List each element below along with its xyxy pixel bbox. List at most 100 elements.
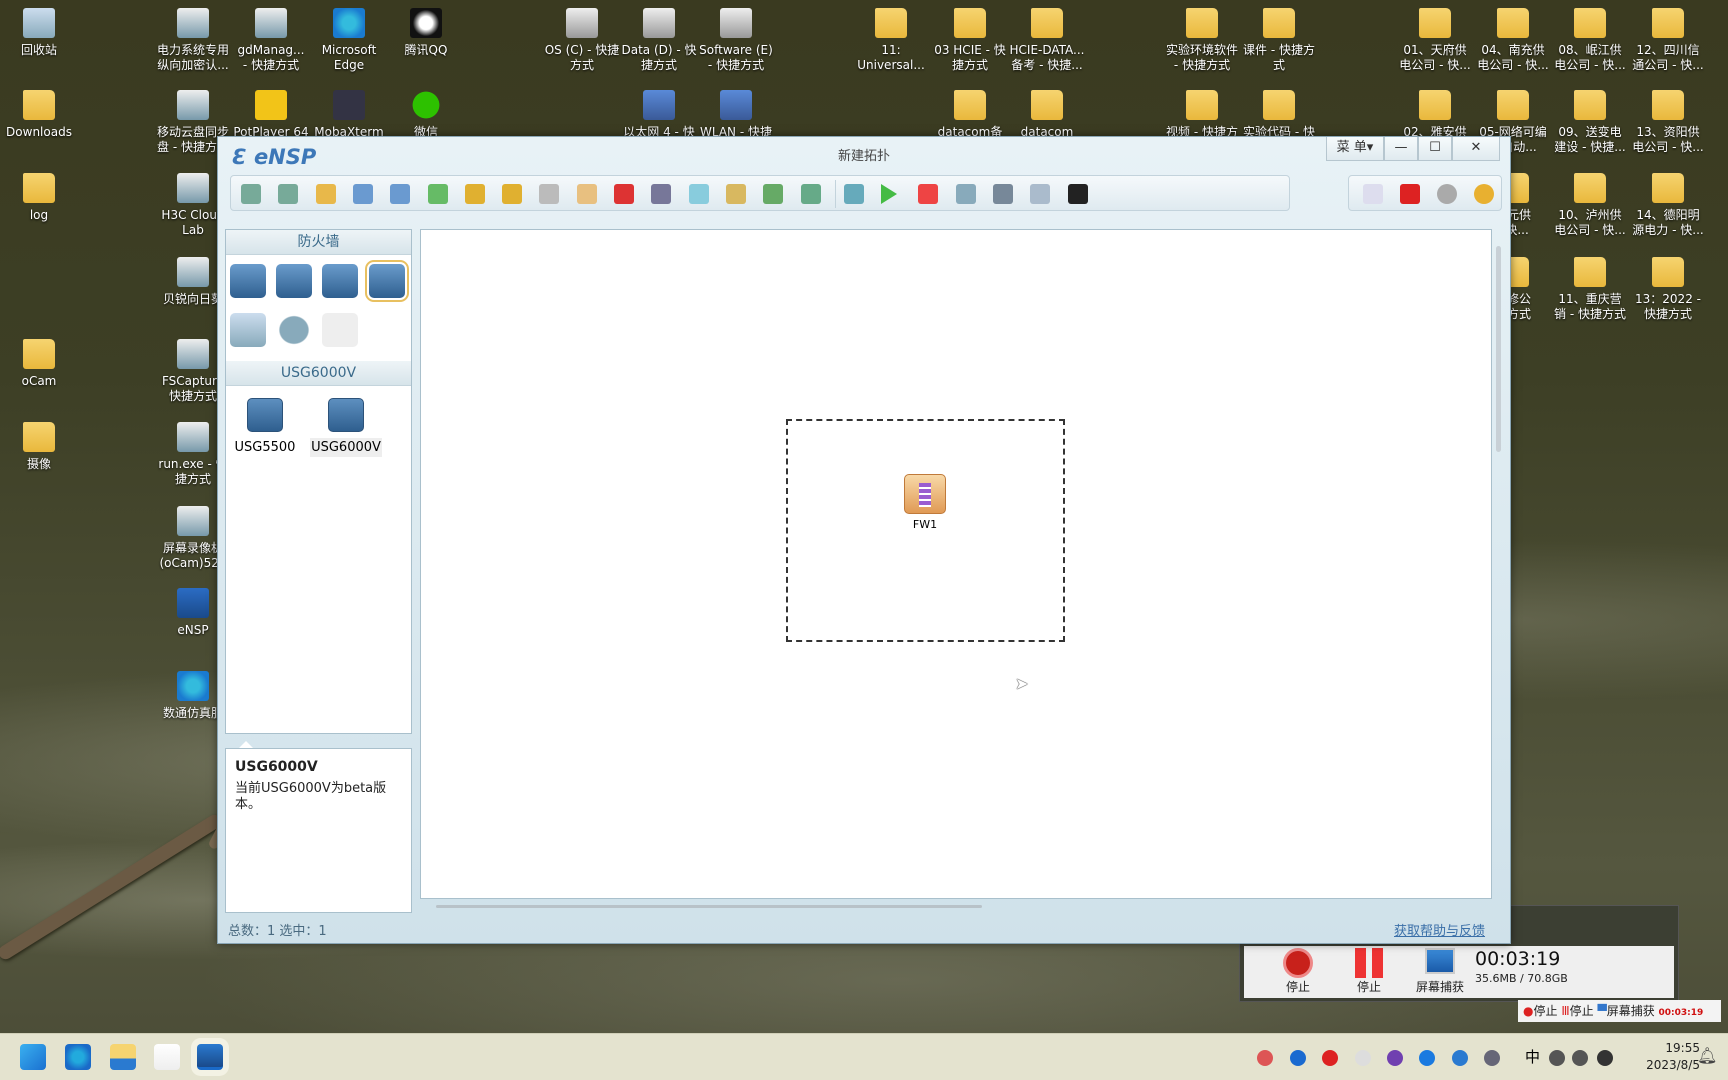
save-as-icon[interactable] [390,184,411,204]
palette-icon[interactable] [725,184,746,204]
desktop-icon[interactable]: 04、南充供 电公司 - 快... [1471,8,1555,73]
desktop-icon[interactable]: HCIE-DATA... 备考 - 快捷... [1005,8,1089,73]
menu-button[interactable]: 菜 单▾ [1326,137,1384,161]
desktop-icon[interactable]: 实验代码 - 快 [1237,90,1321,140]
recorder-stop-button[interactable]: 停止 [1268,948,1328,996]
minimize-button[interactable]: — [1384,137,1418,161]
taskbar-start-icon[interactable] [20,1044,46,1070]
pan-icon[interactable] [576,184,597,204]
open-icon[interactable] [315,184,336,204]
desktop-icon[interactable]: 13、资阳供 电公司 - 快... [1626,90,1710,155]
desktop-icon[interactable]: 01、天府供 电公司 - 快... [1393,8,1477,73]
category-cloud-icon[interactable] [276,313,312,347]
desktop-icon[interactable]: WLAN - 快捷 [694,90,778,140]
start-device-icon[interactable] [881,184,898,204]
device-usg5500[interactable]: USG5500 [230,398,300,460]
desktop-icon[interactable]: 以太网 4 - 快 [617,90,701,140]
desktop-icon[interactable]: 10、泸州供 电公司 - 快... [1548,173,1632,238]
tray-battery-icon[interactable] [1597,1050,1613,1066]
desktop-icon[interactable]: gdManag... - 快捷方式 [229,8,313,73]
category-wireless-icon[interactable] [322,264,358,298]
new-topology-icon[interactable] [241,184,261,204]
desktop-icon[interactable]: PotPlayer 64 [229,90,313,140]
desktop-icon[interactable]: MobaXterm [307,90,391,140]
desktop-icon[interactable]: OS (C) - 快捷 方式 [540,8,624,73]
desktop-icon[interactable]: oCam [0,339,81,389]
topology-canvas[interactable]: FW1 ➤ [420,229,1501,899]
desktop-icon[interactable]: 14、德阳明 源电力 - 快... [1626,173,1710,238]
close-button[interactable]: ✕ [1452,137,1500,161]
desktop-icon[interactable]: 13：2022 - 快捷方式 [1626,257,1710,322]
huawei-forum-icon[interactable] [1400,184,1420,204]
help-icon[interactable] [1474,184,1494,204]
category-terminal-icon[interactable] [230,313,266,347]
desktop-icon[interactable]: Microsoft Edge [307,8,391,73]
desktop-icon[interactable]: 电力系统专用 纵向加密认... [151,8,235,73]
ime-indicator[interactable]: 中 [1525,1046,1540,1067]
node-fw1[interactable]: FW1 [903,474,947,538]
settings-icon[interactable] [1437,184,1457,204]
desktop-icon[interactable]: 微信 [384,90,468,140]
desktop-icon[interactable]: 12、四川信 通公司 - 快... [1626,8,1710,73]
tray-microphone-icon[interactable] [1484,1050,1500,1066]
desktop-icon[interactable]: Downloads [0,90,81,140]
desktop-icon[interactable]: 11: Universal... [849,8,933,73]
recorder-capture-button[interactable]: 屏幕捕获 [1410,948,1470,996]
tray-copy-icon[interactable] [1355,1050,1371,1066]
tray-onenote-icon[interactable] [1387,1050,1403,1066]
category-switch-icon[interactable] [276,264,312,298]
device-usg6000v[interactable]: USG6000V [308,398,384,460]
zoom-in-icon[interactable] [763,184,784,204]
tray-network-icon[interactable] [1549,1050,1565,1066]
mini-pause[interactable]: 停止 [1570,1004,1594,1018]
category-firewall-icon[interactable] [365,260,409,302]
tray-defender-icon[interactable] [1452,1050,1468,1066]
desktop-icon[interactable]: 回收站 [0,8,81,58]
category-connection-icon[interactable] [322,313,358,347]
text-note-icon[interactable] [688,184,709,204]
desktop-icon[interactable]: 08、岷江供 电公司 - 快... [1548,8,1632,73]
desktop-icon[interactable]: 实验环境软件 - 快捷方式 [1160,8,1244,73]
maximize-button[interactable]: ☐ [1418,137,1452,161]
screenshot-icon[interactable] [1067,184,1088,204]
tray-youdao-icon[interactable] [1322,1050,1338,1066]
capture-data-icon[interactable] [955,184,976,204]
tray-volume-icon[interactable] [1572,1050,1588,1066]
desktop-icon[interactable]: datacom备 [928,90,1012,140]
select-icon[interactable] [539,184,560,204]
desktop-icon[interactable]: 视频 - 快捷方 [1160,90,1244,140]
taskbar-ocam-icon[interactable] [154,1044,180,1070]
show-interfaces-icon[interactable] [993,184,1013,204]
taskbar-file-explorer-icon[interactable] [110,1044,136,1070]
new-from-template-icon[interactable] [278,184,299,204]
vertical-scrollbar[interactable] [1496,246,1501,452]
zoom-out-icon[interactable] [800,184,821,204]
desktop-icon[interactable]: 课件 - 快捷方 式 [1237,8,1321,73]
taskbar-ensp-icon[interactable] [197,1044,223,1070]
redo-icon[interactable] [502,184,523,204]
desktop-icon[interactable]: Data (D) - 快 捷方式 [617,8,701,73]
print-icon[interactable] [427,184,448,204]
delete-icon[interactable] [614,184,634,204]
desktop-icon[interactable]: datacom [1005,90,1089,140]
tray-ocam-record-icon[interactable] [1257,1050,1273,1066]
recorder-pause-button[interactable]: 停止 [1339,948,1399,996]
category-router-icon[interactable] [230,264,266,298]
desktop-icon[interactable]: log [0,173,81,223]
save-icon[interactable] [352,184,373,204]
desktop-icon[interactable]: 腾讯QQ [384,8,468,58]
feedback-icon[interactable] [1363,184,1383,204]
stop-device-icon[interactable] [918,184,939,204]
notification-bell-icon[interactable]: 🔔︎ [1697,1046,1717,1065]
clock[interactable]: 19:55 2023/8/5 [1640,1040,1700,1074]
desktop-icon[interactable]: 11、重庆营 销 - 快捷方式 [1548,257,1632,322]
horizontal-scrollbar[interactable] [436,905,982,908]
desktop-icon[interactable]: Software (E) - 快捷方式 [694,8,778,73]
mini-capture[interactable]: 屏幕捕获 [1607,1004,1655,1018]
tray-bluetooth-icon[interactable] [1419,1050,1435,1066]
tray-lenovo-icon[interactable] [1290,1050,1306,1066]
show-grid-icon[interactable] [1030,184,1051,204]
taskbar-edge-icon[interactable] [65,1044,91,1070]
desktop-icon[interactable]: 摄像 [0,422,81,472]
fit-view-icon[interactable] [843,184,864,204]
